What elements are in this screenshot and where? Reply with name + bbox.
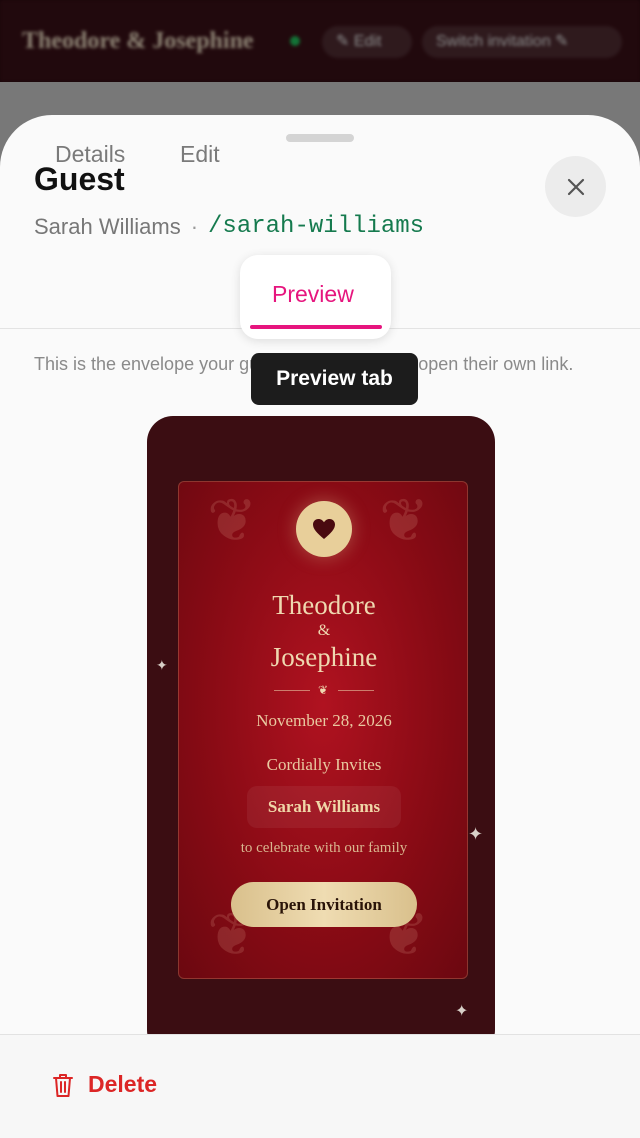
delete-label: Delete [88, 1071, 158, 1097]
leaf-ornament-icon: ❦ [379, 487, 430, 554]
divider-ornament-icon: ❦ [318, 683, 329, 697]
card-guest-name: Sarah Williams [267, 797, 381, 816]
couple-name-2: Josephine [270, 642, 378, 672]
invitation-card: ❦ ❦ ❦ ❦ Theodore & Josephine ❦ November … [178, 481, 468, 979]
heart-badge [296, 501, 352, 557]
open-invitation-button[interactable]: Open Invitation [231, 882, 417, 927]
tab-preview[interactable]: Preview [272, 281, 354, 308]
ampersand: & [317, 622, 331, 639]
sparkle-icon: ✦ [468, 824, 484, 844]
guest-slug[interactable]: /sarah-williams [208, 213, 424, 240]
separator: · [190, 213, 199, 239]
trash-icon [53, 1073, 73, 1097]
guest-sheet: Guest Sarah Williams · /sarah-williams D… [0, 115, 640, 1138]
leaf-ornament-icon: ❦ [207, 487, 258, 554]
heart-icon [313, 519, 335, 539]
couple-name-1: Theodore [272, 590, 376, 620]
guest-name: Sarah Williams [34, 213, 181, 239]
bottom-bar: Delete [0, 1034, 640, 1138]
tooltip: Preview tab [251, 353, 418, 405]
active-tab-indicator [250, 325, 382, 329]
sparkle-icon: ✦ [455, 1003, 469, 1020]
sparkle-icon: ✦ [156, 657, 168, 673]
close-icon [567, 178, 584, 195]
event-date: November 28, 2026 [256, 711, 392, 730]
divider [274, 690, 310, 691]
tab-details[interactable]: Details [55, 141, 125, 168]
invites-text: Cordially Invites [266, 755, 382, 774]
drag-handle[interactable] [286, 134, 354, 142]
envelope-preview: ✦ ✦ ✦ ❦ ❦ ❦ ❦ Theodore & Josephine ❦ Nov… [147, 416, 495, 1056]
tab-edit[interactable]: Edit [180, 141, 220, 168]
celebrate-text: to celebrate with our family [240, 840, 408, 856]
delete-button[interactable]: Delete [52, 1071, 157, 1098]
guest-subline: Sarah Williams · /sarah-williams [34, 213, 424, 240]
close-button[interactable] [545, 156, 606, 217]
divider [338, 690, 374, 691]
